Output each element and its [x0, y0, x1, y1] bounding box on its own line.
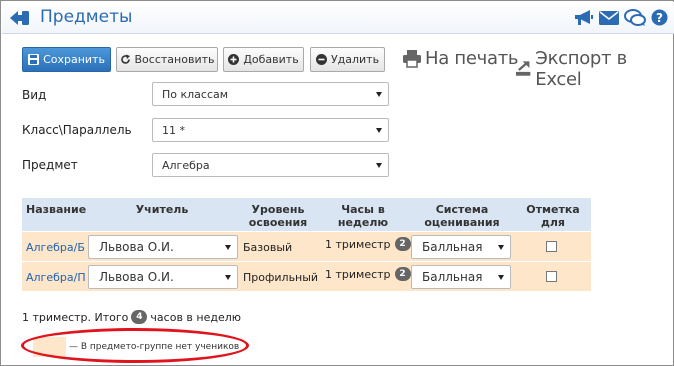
- restore-button-label: Восстановить: [134, 53, 215, 66]
- page-title: Предметы: [40, 7, 133, 27]
- save-icon: [28, 54, 40, 65]
- hours-badge: 2: [394, 237, 411, 251]
- col-delete-line1: Отметка для: [526, 203, 580, 229]
- hours-summary: 1 триместр. Итого 4 часов в неделю: [22, 310, 241, 324]
- megaphone-icon[interactable]: [573, 9, 594, 30]
- col-level-line1: Уровень: [251, 203, 305, 216]
- col-hours: Часы в неделю: [337, 203, 389, 229]
- minus-circle-icon: [315, 54, 327, 65]
- chevron-down-icon: [376, 163, 382, 168]
- grading-select-value: Балльная: [422, 240, 483, 254]
- teacher-select[interactable]: Львова О.И.: [88, 265, 238, 289]
- printer-icon: [403, 49, 421, 68]
- save-button[interactable]: Сохранить: [22, 47, 111, 72]
- view-label: Вид: [22, 88, 47, 102]
- class-select[interactable]: 11 *: [152, 118, 389, 142]
- chevron-down-icon: [376, 128, 382, 133]
- plus-circle-icon: [228, 54, 240, 65]
- table-row: Алгебра/Б Львова О.И. Базовый 1 триместр…: [22, 232, 591, 261]
- view-select-value: По классам: [162, 88, 229, 101]
- add-button-label: Добавить: [243, 53, 299, 66]
- class-select-value: 11 *: [162, 124, 185, 137]
- col-grading: Система оценивания: [412, 203, 512, 229]
- refresh-icon: [120, 54, 130, 64]
- export-icon: [515, 61, 531, 76]
- delete-mark-checkbox[interactable]: [546, 241, 557, 252]
- help-icon[interactable]: ?: [651, 9, 668, 29]
- subject-group-link[interactable]: Алгебра/Б: [26, 241, 85, 254]
- grading-select[interactable]: Балльная: [411, 265, 511, 289]
- subject-select[interactable]: Алгебра: [152, 153, 389, 177]
- col-teacher: Учитель: [135, 203, 189, 216]
- print-label: На печать: [425, 48, 519, 69]
- chevron-down-icon: [498, 275, 504, 280]
- save-button-label: Сохранить: [43, 53, 105, 66]
- summary-prefix: 1 триместр. Итого: [22, 310, 129, 324]
- svg-text:?: ?: [656, 11, 663, 25]
- col-grading-line2: оценивания: [424, 216, 500, 229]
- teacher-select-value: Львова О.И.: [99, 240, 174, 254]
- hours-cell: 1 триместр 2: [325, 267, 411, 281]
- chevron-down-icon: [225, 245, 231, 250]
- summary-total-badge: 4: [131, 310, 148, 324]
- delete-mark-checkbox[interactable]: [546, 271, 557, 282]
- highlight-oval: [21, 328, 249, 363]
- col-level: Уровень освоения: [243, 203, 313, 229]
- chevron-down-icon: [498, 245, 504, 250]
- chevron-down-icon: [376, 92, 382, 97]
- chat-icon[interactable]: [624, 8, 646, 30]
- hours-badge: 2: [394, 267, 411, 281]
- page-header: Предметы ?: [2, 2, 674, 34]
- level-value: Профильный: [243, 271, 319, 284]
- print-link[interactable]: На печать: [402, 48, 519, 69]
- teacher-select-value: Львова О.И.: [99, 270, 174, 284]
- chevron-down-icon: [225, 275, 231, 280]
- excel-label: Экспорт в Excel: [535, 48, 627, 90]
- level-value: Базовый: [243, 241, 293, 254]
- delete-button[interactable]: Удалить: [310, 47, 385, 72]
- export-excel-link[interactable]: Экспорт в Excel: [515, 48, 673, 90]
- grading-select[interactable]: Балльная: [411, 235, 511, 259]
- hours-term: 1 триместр: [325, 267, 391, 281]
- view-select[interactable]: По классам: [152, 82, 389, 106]
- hours-cell: 1 триместр 2: [325, 237, 411, 251]
- table-header: Название Учитель Уровень освоения Часы в…: [22, 198, 591, 242]
- grading-select-value: Балльная: [422, 270, 483, 284]
- subject-select-value: Алгебра: [162, 159, 210, 172]
- teacher-select[interactable]: Львова О.И.: [88, 235, 238, 259]
- hours-term: 1 триместр: [325, 237, 391, 251]
- col-grading-line1: Система: [435, 203, 489, 216]
- subject-group-link[interactable]: Алгебра/П: [26, 271, 86, 284]
- col-level-line2: освоения: [248, 216, 308, 229]
- class-label: Класс\Параллель: [22, 123, 132, 137]
- back-arrow-icon[interactable]: [9, 9, 31, 27]
- subject-label: Предмет: [22, 158, 78, 172]
- table-row: Алгебра/П Львова О.И. Профильный 1 триме…: [22, 262, 591, 291]
- envelope-icon[interactable]: [599, 10, 619, 29]
- delete-button-label: Удалить: [330, 53, 380, 66]
- add-button[interactable]: Добавить: [223, 47, 304, 72]
- summary-suffix: часов в неделю: [150, 310, 242, 324]
- col-name: Название: [26, 203, 87, 216]
- page-frame: Предметы ? Сохранить Восстановить Добави…: [0, 0, 674, 366]
- restore-button[interactable]: Восстановить: [116, 47, 218, 72]
